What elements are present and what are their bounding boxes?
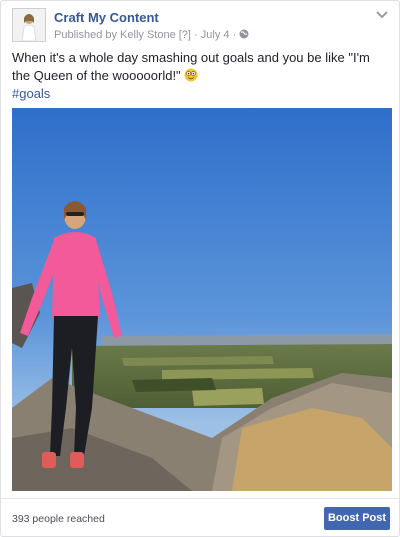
published-by: Published by Kelly Stone <box>54 29 176 41</box>
smiling-face-emoji <box>184 68 198 82</box>
help-marker[interactable]: [?] <box>179 29 191 41</box>
globe-icon[interactable] <box>239 29 249 39</box>
footer-divider <box>1 498 399 499</box>
boost-post-button[interactable]: Boost Post <box>324 507 390 530</box>
post-photo[interactable] <box>12 108 392 491</box>
meta-separator: · <box>232 29 237 41</box>
hashtag-link[interactable]: #goals <box>12 86 50 101</box>
page-avatar[interactable] <box>12 8 46 42</box>
meta-separator: · <box>194 29 198 41</box>
post-card: Craft My Content Published by Kelly Ston… <box>0 0 400 537</box>
reach-count[interactable]: 393 people reached <box>12 513 105 525</box>
post-message: When it's a whole day smashing out goals… <box>12 49 390 85</box>
post-meta: Published by Kelly Stone [?] · July 4 · <box>54 29 249 41</box>
page-name[interactable]: Craft My Content <box>54 10 159 25</box>
post-header: Craft My Content Published by Kelly Ston… <box>12 8 389 44</box>
chevron-down-icon[interactable] <box>375 8 389 22</box>
post-date[interactable]: July 4 <box>201 29 230 41</box>
